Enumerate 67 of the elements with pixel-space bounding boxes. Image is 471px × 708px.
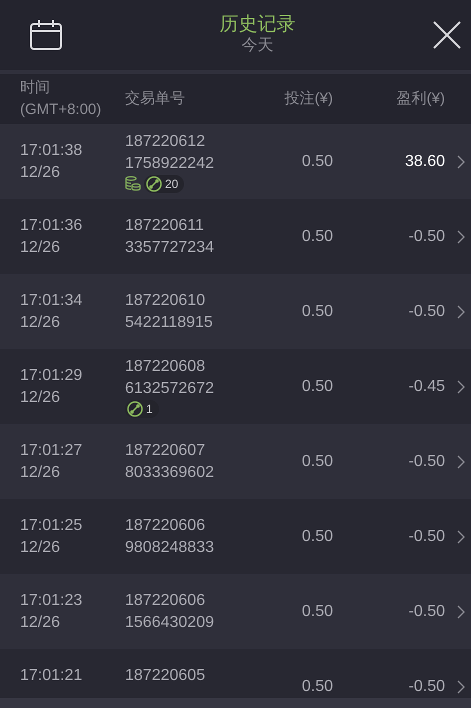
order-number: 187220606 <box>125 590 206 610</box>
date-text: 12/26 <box>20 162 62 182</box>
free-spin-badge: 1 <box>125 400 159 418</box>
profit-cell-text: -0.50 <box>408 602 445 622</box>
column-header: 盈利(¥) <box>396 89 445 109</box>
date-text: 12/26 <box>20 538 62 558</box>
order-number: 187220612 <box>125 132 206 152</box>
column-header: 投注(¥) <box>284 89 333 109</box>
spin-icon <box>146 176 162 192</box>
order-number: 187220610 <box>125 290 206 310</box>
order-number: 187220605 <box>125 666 206 686</box>
chevron-icon[interactable] <box>457 230 465 244</box>
order-number: 9808248833 <box>125 538 215 558</box>
coins-icon <box>125 176 141 191</box>
stake-cell-text: 0.50 <box>300 152 333 172</box>
chevron-icon[interactable] <box>457 604 465 618</box>
stake-cell-text: 0.50 <box>300 226 333 246</box>
chevron-icon[interactable] <box>457 304 465 318</box>
time-text: 17:01:29 <box>20 366 84 386</box>
order-number: 1566430209 <box>125 612 215 632</box>
profit-cell-text: -0.50 <box>408 526 445 546</box>
order-number: 187220608 <box>125 356 206 376</box>
stake-cell-text: 0.50 <box>300 452 333 472</box>
date-text: 12/26 <box>20 462 62 482</box>
date-text: 12/26 <box>20 312 62 332</box>
time-text: 17:01:27 <box>20 440 84 460</box>
order-number: 187220606 <box>125 516 206 536</box>
profit-cell-text: -0.50 <box>408 226 445 246</box>
profit-cell-text: -0.45 <box>408 376 445 396</box>
stake-cell-text: 0.50 <box>300 526 333 546</box>
order-number: 3357727234 <box>125 238 215 258</box>
profit-cell-text: -0.50 <box>408 302 445 322</box>
chevron-icon[interactable] <box>457 454 465 468</box>
close-icon[interactable] <box>433 21 461 49</box>
chevron-icon[interactable] <box>457 154 465 168</box>
time-text: 17:01:23 <box>20 590 84 610</box>
order-number: 6132572672 <box>125 378 215 398</box>
stake-cell-text: 0.50 <box>300 376 333 396</box>
profit-cell-text: -0.50 <box>408 676 445 696</box>
order-number: 187220611 <box>125 216 205 236</box>
order-number: 1758922242 <box>125 154 215 174</box>
date-text: 12/26 <box>20 388 62 408</box>
order-number: 5422118915 <box>125 312 214 332</box>
date-text: 12/26 <box>20 238 62 258</box>
profit-cell-text: -0.50 <box>408 452 445 472</box>
time-text: 17:01:21 <box>20 666 84 686</box>
spin-icon <box>127 400 143 416</box>
order-number: 8033369602 <box>125 462 215 482</box>
time-text: 17:01:38 <box>20 140 84 160</box>
order-number: 187220607 <box>125 440 206 460</box>
column-header: 交易单号 <box>125 89 186 109</box>
chevron-icon[interactable] <box>457 680 465 694</box>
profit-cell-text: 38.60 <box>404 152 445 172</box>
free-spin-badge: 20 <box>144 174 184 192</box>
column-header: 时间 (GMT+8:00) <box>19 78 102 120</box>
date-filter-label: 今天 <box>240 36 274 56</box>
time-text: 17:01:34 <box>20 290 84 310</box>
calendar-icon[interactable] <box>30 20 62 50</box>
time-text: 17:01:25 <box>20 516 84 536</box>
time-text: 17:01:36 <box>20 216 84 236</box>
stake-cell-text: 0.50 <box>300 602 333 622</box>
page-title: 历史记录 <box>220 14 296 36</box>
stake-cell-text: 0.50 <box>300 676 333 696</box>
stake-cell-text: 0.50 <box>300 302 333 322</box>
date-text: 12/26 <box>20 612 62 632</box>
chevron-icon[interactable] <box>457 530 465 544</box>
chevron-icon[interactable] <box>457 380 465 394</box>
